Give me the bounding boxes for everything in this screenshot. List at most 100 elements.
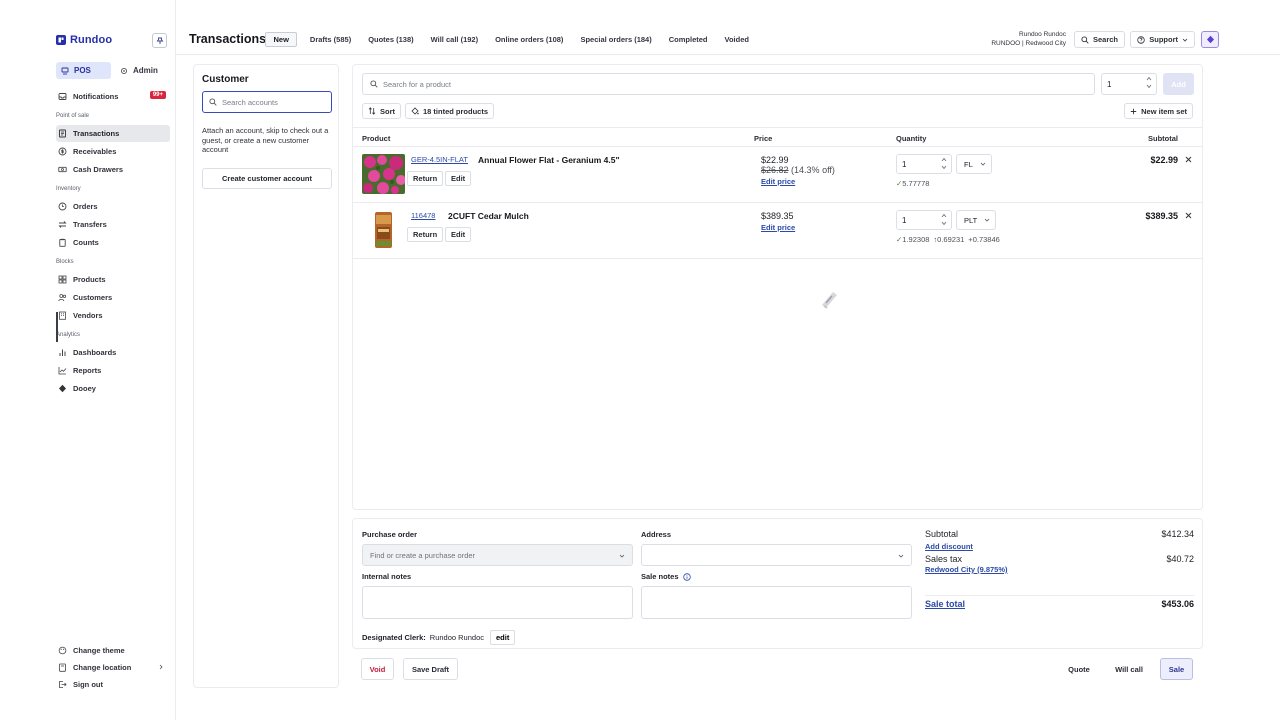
customer-search-input[interactable] (222, 97, 322, 107)
add-discount-link[interactable]: Add discount (925, 542, 973, 551)
add-product-button[interactable]: Add (1163, 73, 1194, 95)
column-quantity: Quantity (896, 134, 927, 143)
sidebar-item-change-location[interactable]: Change location (56, 659, 170, 676)
discount-percent: (14.3% off) (791, 165, 835, 175)
action-bar: Void Save Draft Quote Will call Sale (352, 650, 1203, 688)
sort-button[interactable]: Sort (362, 103, 401, 119)
sale-total-link[interactable]: Sale total (925, 599, 965, 609)
add-quantity-input[interactable]: 1 (1101, 73, 1157, 95)
line-item-row: GER-4.5IN-FLAT Annual Flower Flat - Gera… (353, 147, 1202, 203)
sidebar-item-transactions[interactable]: Transactions (56, 125, 170, 142)
extension-button[interactable] (1201, 31, 1219, 48)
paint-bucket-icon (411, 107, 419, 115)
product-search[interactable] (362, 73, 1095, 95)
quote-button[interactable]: Quote (1059, 658, 1099, 680)
return-button[interactable]: Return (407, 227, 444, 242)
will-call-button[interactable]: Will call (1107, 658, 1151, 680)
unit-select[interactable]: FL (956, 154, 992, 174)
tab-will-call[interactable]: Will call (192) (422, 32, 486, 47)
sidebar-item-dashboards[interactable]: Dashboards (56, 344, 170, 361)
save-draft-button[interactable]: Save Draft (403, 658, 458, 680)
return-button[interactable]: Return (407, 171, 444, 186)
unit-select[interactable]: PLT (956, 210, 996, 230)
sidebar-item-products[interactable]: Products (56, 271, 170, 288)
remove-item-icon[interactable] (1185, 156, 1192, 163)
add-quantity-value: 1 (1107, 79, 1112, 89)
product-sku-link[interactable]: 116478 (411, 211, 435, 220)
product-name: Annual Flower Flat - Geranium 4.5" (478, 155, 620, 165)
column-product: Product (362, 134, 391, 143)
purchase-order-select[interactable]: Find or create a purchase order (362, 544, 633, 566)
support-button[interactable]: Support (1130, 31, 1195, 48)
sidebar-item-dooey[interactable]: Dooey (56, 380, 170, 397)
tab-drafts[interactable]: Drafts (585) (301, 32, 359, 47)
edit-price-link[interactable]: Edit price (761, 223, 795, 232)
product-thumbnail[interactable] (362, 154, 405, 194)
sales-tax-label: Sales tax (925, 554, 963, 564)
user-info: Rundoo Rundoc RUNDOO | Redwood City (991, 31, 1066, 47)
user-name: Rundoo Rundoc (1019, 31, 1066, 38)
customer-search[interactable] (202, 91, 332, 113)
bar-chart-icon (58, 348, 67, 357)
pin-sidebar-button[interactable] (152, 33, 167, 48)
sidebar-scrollbar[interactable] (56, 312, 58, 342)
sidebar-item-sign-out[interactable]: Sign out (56, 676, 170, 693)
customer-help-text: Attach an account, skip to check out a g… (202, 126, 329, 154)
page-title: Transactions (189, 32, 267, 46)
create-customer-account-button[interactable]: Create customer account (202, 168, 332, 189)
quantity-stepper[interactable] (941, 213, 947, 226)
tab-new[interactable]: New (265, 32, 298, 47)
sidebar-item-reports[interactable]: Reports (56, 362, 170, 379)
search-icon (370, 80, 378, 88)
dooey-icon (1206, 35, 1215, 44)
sale-button[interactable]: Sale (1160, 658, 1193, 680)
info-icon[interactable] (682, 572, 691, 581)
tab-quotes[interactable]: Quotes (138) (360, 32, 422, 47)
sidebar-item-customers[interactable]: Customers (56, 289, 170, 306)
sidebar-item-transfers[interactable]: Transfers (56, 216, 170, 233)
edit-item-button[interactable]: Edit (445, 227, 472, 242)
sale-notes-label-group: Sale notes (641, 572, 691, 581)
product-search-input[interactable] (383, 79, 783, 89)
brand-logo[interactable]: Rundoo (56, 34, 112, 46)
item-quantity-input[interactable]: 1 (896, 210, 952, 230)
remove-item-icon[interactable] (1185, 212, 1192, 219)
sidebar-item-receivables[interactable]: Receivables (56, 143, 170, 160)
address-select[interactable] (641, 544, 912, 566)
tab-completed[interactable]: Completed (660, 32, 716, 47)
edit-clerk-button[interactable]: edit (490, 630, 516, 645)
sidebar-item-vendors[interactable]: Vendors (56, 307, 170, 324)
sidebar-item-cash-drawers[interactable]: Cash Drawers (56, 161, 170, 178)
sidebar-item-orders[interactable]: Orders (56, 198, 170, 215)
quantity-stepper[interactable] (941, 157, 947, 170)
mode-pos-button[interactable]: POS (56, 62, 111, 79)
tinted-products-button[interactable]: 18 tinted products (405, 103, 495, 119)
edit-item-button[interactable]: Edit (445, 171, 472, 186)
tab-voided[interactable]: Voided (716, 32, 757, 47)
chevron-down-icon (984, 217, 990, 223)
top-header: Transactions New Drafts (585) Quotes (13… (176, 0, 1280, 55)
sidebar-item-counts[interactable]: Counts (56, 234, 170, 251)
tab-online-orders[interactable]: Online orders (108) (487, 32, 572, 47)
internal-notes-input[interactable] (362, 586, 633, 619)
tab-special-orders[interactable]: Special orders (184) (572, 32, 660, 47)
product-thumbnail[interactable] (362, 210, 405, 250)
sidebar-item-notifications[interactable]: Notifications 99+ (56, 88, 170, 105)
search-button[interactable]: Search (1073, 31, 1125, 48)
conversion-number: 0.73846 (972, 235, 1000, 244)
new-item-set-button[interactable]: New item set (1124, 103, 1193, 119)
conversion-value: ✓5.77778 (896, 179, 929, 188)
line-items-header: Product Price Quantity Subtotal (353, 127, 1202, 147)
quantity-stepper[interactable] (1146, 76, 1152, 89)
mode-admin-button[interactable]: Admin (115, 62, 170, 79)
tax-location-link[interactable]: Redwood City (9.875%) (925, 565, 1008, 574)
item-quantity-value: 1 (902, 215, 907, 225)
clerk-name: Rundoo Rundoc (429, 633, 484, 642)
item-subtotal: $389.35 (1145, 211, 1178, 221)
product-sku-link[interactable]: GER-4.5IN-FLAT (411, 155, 468, 164)
item-quantity-input[interactable]: 1 (896, 154, 952, 174)
sale-notes-input[interactable] (641, 586, 912, 619)
sidebar-item-change-theme[interactable]: Change theme (56, 642, 170, 659)
void-button[interactable]: Void (361, 658, 394, 680)
edit-price-link[interactable]: Edit price (761, 177, 795, 186)
